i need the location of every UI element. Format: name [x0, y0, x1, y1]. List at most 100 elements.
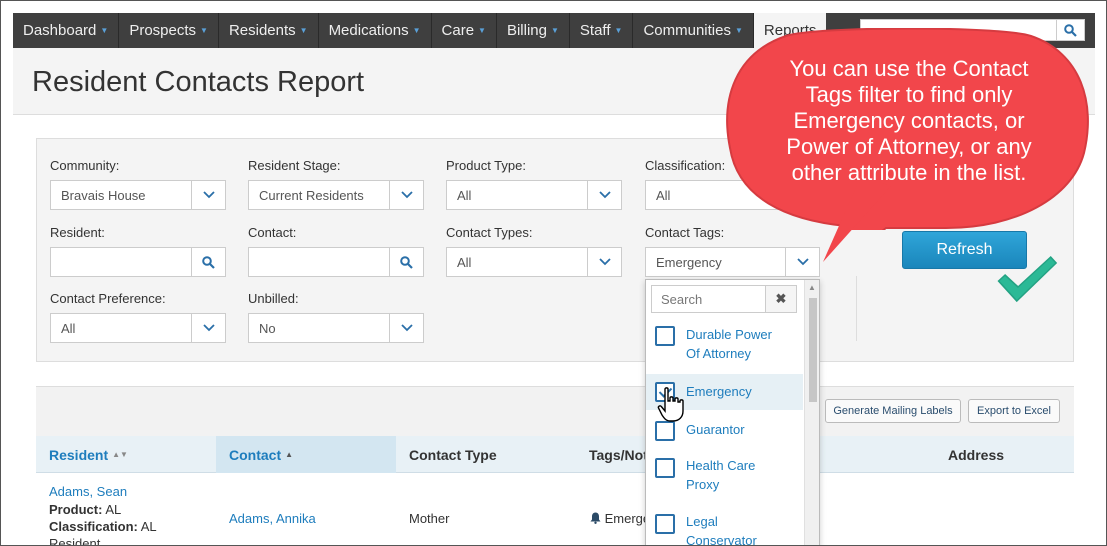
contact-tags-value: Emergency — [656, 254, 722, 270]
option-label-line1: Durable Power — [686, 327, 772, 342]
chevron-down-icon — [587, 248, 621, 276]
tab-label: Staff — [579, 22, 611, 39]
column-header-address: Address — [948, 446, 1005, 463]
resident-stage-value: Current Residents — [259, 187, 364, 203]
scroll-up-icon[interactable]: ▲ — [808, 283, 816, 292]
chevron-down-icon — [785, 248, 819, 276]
contact-preference-label: Contact Preference: — [50, 291, 166, 306]
column-header-contact[interactable]: Contact ▲ — [216, 436, 396, 473]
contact-value[interactable] — [249, 248, 389, 276]
classification-line: Classification: AL — [49, 518, 157, 536]
tab-label: Medications — [328, 22, 409, 39]
checkbox[interactable] — [655, 458, 675, 478]
tab-label: Billing — [506, 22, 547, 39]
chevron-down-icon — [191, 314, 225, 342]
sort-ascending-icon: ▲ — [285, 450, 294, 459]
option-label: Health Care Proxy — [686, 456, 755, 494]
option-label-line1: Legal — [686, 514, 718, 529]
resident-stage-select[interactable]: Current Residents — [248, 180, 424, 210]
checkmark-icon — [997, 255, 1058, 303]
tag-cell: Emergency — [590, 510, 646, 528]
contact-type-text: Mother — [409, 511, 450, 526]
callout-pointer — [823, 176, 891, 262]
chevron-down-icon — [389, 181, 423, 209]
contact-search-field[interactable] — [248, 247, 424, 277]
chevron-down-icon: ▼ — [100, 26, 109, 35]
option-health-care-proxy[interactable]: Health Care Proxy — [646, 452, 803, 502]
tab-billing[interactable]: Billing ▼ — [497, 13, 570, 48]
search-icon[interactable] — [191, 248, 225, 276]
resident-stage-text: Resident — [49, 536, 101, 546]
option-label-line2: Proxy — [686, 477, 720, 492]
tab-dashboard[interactable]: Dashboard ▼ — [13, 13, 120, 48]
dropdown-scrollbar[interactable]: ▲ — [804, 280, 819, 545]
contact-label: Contact: — [248, 225, 297, 240]
unbilled-select[interactable]: No — [248, 313, 424, 343]
contact-types-label: Contact Types: — [446, 225, 533, 240]
chevron-down-icon: ▼ — [614, 26, 623, 35]
option-label-line2: Conservator — [686, 533, 757, 546]
resident-name-link[interactable]: Adams, Sean — [49, 483, 127, 501]
option-label-line1: Health Care — [686, 458, 756, 473]
hand-cursor-icon — [657, 387, 684, 422]
option-label: Emergency — [686, 384, 752, 399]
community-label: Community: — [50, 158, 120, 173]
tab-care[interactable]: Care ▼ — [432, 13, 497, 48]
contact-name-link[interactable]: Adams, Annika — [229, 510, 316, 528]
classification-label: Classification: — [49, 519, 138, 534]
product-label: Product: — [49, 502, 103, 517]
clear-icon[interactable]: ✖ — [765, 285, 797, 313]
chevron-down-icon — [389, 314, 423, 342]
callout-line: Power of Attorney, or any — [786, 134, 1032, 159]
classification-label: Classification: — [645, 158, 726, 173]
app-frame: Dashboard ▼ Prospects ▼ Residents ▼ Medicat… — [0, 0, 1107, 546]
callout-line: You can use the Contact — [789, 56, 1029, 81]
scrollbar-thumb[interactable] — [809, 298, 817, 402]
product-type-select[interactable]: All — [446, 180, 622, 210]
callout-line: Emergency contacts, or — [793, 108, 1025, 133]
tab-label: Prospects — [129, 22, 197, 39]
tab-residents[interactable]: Residents ▼ — [219, 13, 319, 48]
checkbox[interactable] — [655, 514, 675, 534]
search-icon[interactable] — [389, 248, 423, 276]
resident-stage-label: Resident Stage: — [248, 158, 341, 173]
header-label: Resident — [49, 446, 109, 463]
contact-types-value: All — [457, 254, 472, 270]
product-type-label: Product Type: — [446, 158, 526, 173]
resident-value[interactable] — [51, 248, 191, 276]
product-value: AL — [105, 502, 122, 517]
contact-tags-select[interactable]: Emergency — [645, 247, 820, 277]
chevron-down-icon — [191, 181, 225, 209]
tab-prospects[interactable]: Prospects ▼ — [119, 13, 219, 48]
unbilled-label: Unbilled: — [248, 291, 299, 306]
option-label: Guarantor — [686, 422, 745, 437]
checkbox[interactable] — [655, 326, 675, 346]
contact-preference-select[interactable]: All — [50, 313, 226, 343]
tab-medications[interactable]: Medications ▼ — [319, 13, 432, 48]
divider — [856, 276, 857, 341]
table-header: Resident ▲▼ Contact ▲ Contact Type Tags/No… — [36, 436, 1074, 473]
sort-icon: ▲▼ — [112, 450, 128, 459]
chevron-down-icon: ▼ — [200, 26, 208, 35]
option-label: Durable Power Of Attorney — [686, 325, 772, 363]
column-header-resident[interactable]: Resident ▲▼ — [49, 436, 209, 473]
community-value: Bravais House — [61, 187, 146, 203]
option-durable-power-of-attorney[interactable]: Durable Power Of Attorney — [646, 322, 803, 372]
resident-search-field[interactable] — [50, 247, 226, 277]
unbilled-value: No — [259, 320, 276, 336]
community-select[interactable]: Bravais House — [50, 180, 226, 210]
generate-mailing-labels-button[interactable]: Generate Mailing Labels — [825, 399, 961, 423]
export-to-excel-button[interactable]: Export to Excel — [968, 399, 1060, 423]
tab-staff[interactable]: Staff ▼ — [570, 13, 634, 48]
contact-preference-value: All — [61, 320, 76, 336]
resident-label: Resident: — [50, 225, 105, 240]
chevron-down-icon: ▼ — [299, 26, 308, 35]
callout-text: You can use the Contact Tags filter to f… — [749, 56, 1069, 186]
column-header-contact-type: Contact Type — [409, 446, 497, 463]
contact-types-select[interactable]: All — [446, 247, 622, 277]
tab-label: Dashboard — [23, 22, 97, 39]
option-legal-conservator[interactable]: Legal Conservator — [646, 508, 803, 546]
tab-label: Care — [441, 22, 475, 39]
tag-text: Emergency — [604, 511, 646, 526]
product-line: Product: AL — [49, 501, 121, 519]
